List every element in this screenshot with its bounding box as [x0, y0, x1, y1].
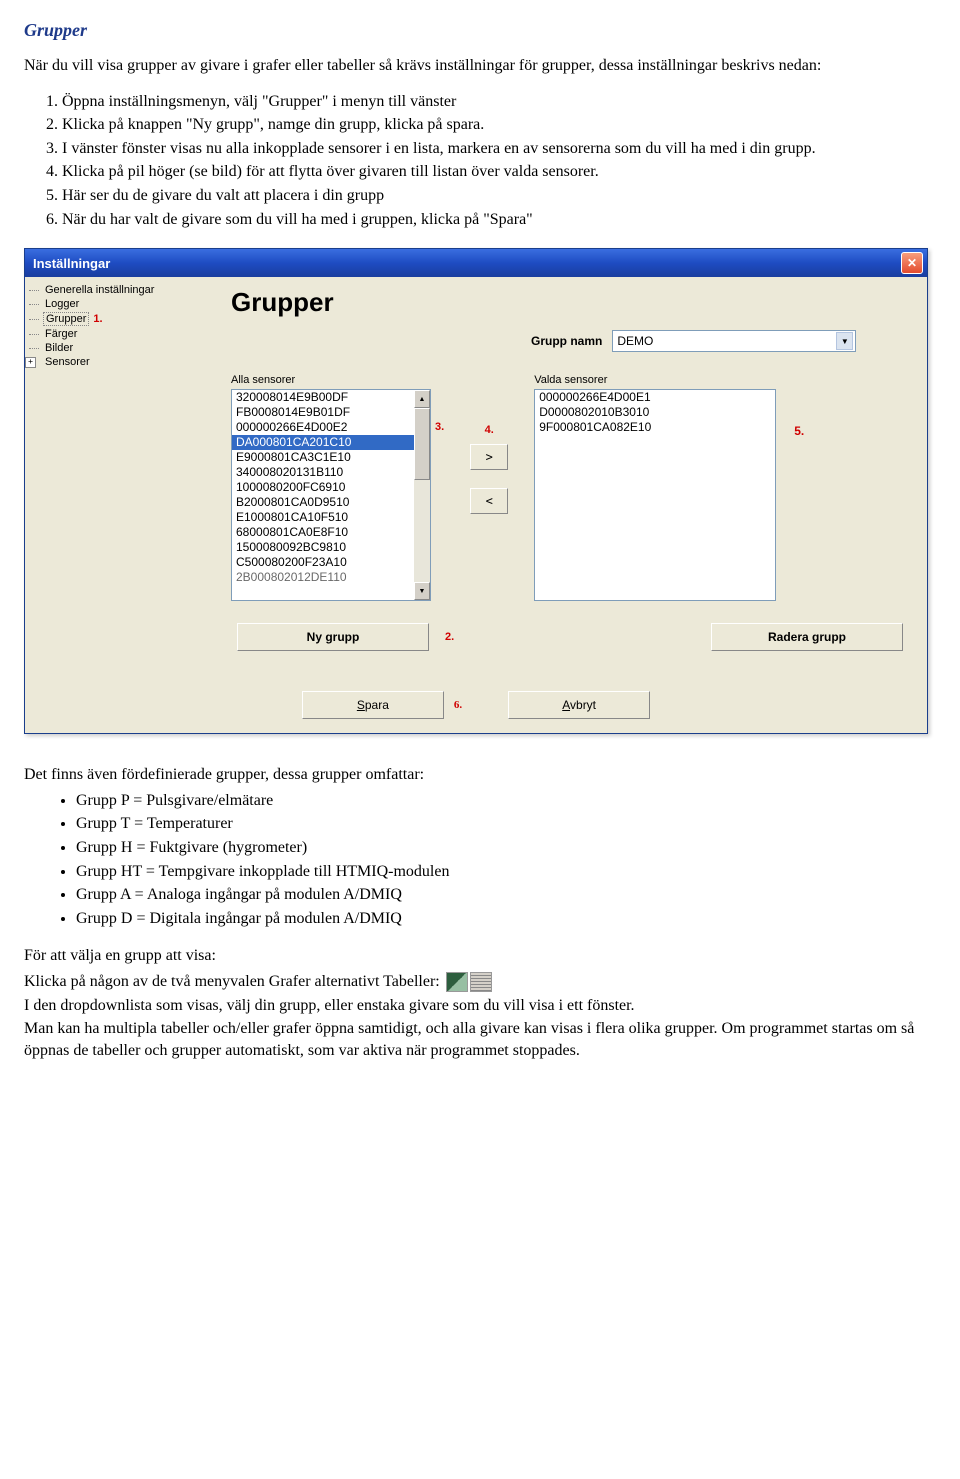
intro-paragraph: När du vill visa grupper av givare i gra… — [24, 55, 936, 77]
predefined-list: Grupp P = Pulsgivare/elmätare Grupp T = … — [24, 790, 936, 930]
annotation-6: 6. — [454, 699, 462, 711]
settings-tree: Generella inställningar Logger Grupper 1… — [25, 277, 209, 669]
list-item[interactable]: 1000080200FC6910 — [232, 480, 414, 495]
list-item[interactable]: B2000801CA0D9510 — [232, 495, 414, 510]
tree-item-grupper[interactable]: Grupper 1. — [27, 311, 207, 327]
tree-item-farger[interactable]: Färger — [27, 327, 207, 341]
steps-list: Öppna inställningsmenyn, välj "Grupper" … — [24, 91, 936, 231]
settings-main-panel: Grupper Grupp namn DEMO ▼ Alla sensorer … — [209, 277, 927, 669]
move-left-button[interactable]: < — [470, 488, 508, 514]
tree-item-general[interactable]: Generella inställningar — [27, 283, 207, 297]
list-item[interactable]: DA000801CA201C10 — [232, 435, 414, 450]
annotation-2: 2. — [445, 631, 454, 643]
save-button[interactable]: Spara — [302, 691, 444, 719]
scroll-down-icon[interactable]: ▼ — [414, 582, 430, 600]
predef-item: Grupp D = Digitala ingångar på modulen A… — [76, 908, 936, 930]
list-item[interactable]: 340008020131B110 — [232, 465, 414, 480]
annotation-1: 1. — [93, 313, 102, 325]
annotation-5: 5. — [794, 424, 804, 438]
step-item: Öppna inställningsmenyn, välj "Grupper" … — [62, 91, 936, 113]
step-item: Klicka på pil höger (se bild) för att fl… — [62, 161, 936, 183]
choose-para-3: Man kan ha multipla tabeller och/eller g… — [24, 1018, 936, 1061]
scroll-thumb[interactable] — [414, 408, 430, 480]
choose-para-2: I den dropdownlista som visas, välj din … — [24, 995, 936, 1017]
panel-heading: Grupper — [231, 287, 905, 318]
list-item[interactable]: E1000801CA10F510 — [232, 510, 414, 525]
annotation-3: 3. — [435, 421, 444, 433]
list-item[interactable]: C500080200F23A10 — [232, 555, 414, 570]
step-item: Här ser du de givare du valt att placera… — [62, 185, 936, 207]
predef-item: Grupp P = Pulsgivare/elmätare — [76, 790, 936, 812]
selected-sensors-label: Valda sensorer — [534, 374, 776, 386]
list-item[interactable]: 2B000802012DE110 — [232, 570, 414, 585]
list-item[interactable]: 000000266E4D00E1 — [535, 390, 775, 405]
step-item: När du har valt de givare som du vill ha… — [62, 209, 936, 231]
window-titlebar: Inställningar ✕ — [25, 249, 927, 277]
scrollbar[interactable]: ▲ ▼ — [414, 390, 430, 600]
selected-sensors-list[interactable]: 000000266E4D00E1 D0000802010B3010 9F0008… — [534, 389, 776, 601]
close-icon[interactable]: ✕ — [901, 252, 923, 274]
list-item[interactable]: FB0008014E9B01DF — [232, 405, 414, 420]
all-sensors-list[interactable]: 320008014E9B00DF FB0008014E9B01DF 000000… — [231, 389, 431, 601]
table-icon — [470, 972, 492, 992]
chevron-down-icon[interactable]: ▼ — [836, 332, 853, 350]
choose-line: Klicka på någon av de två menyvalen Graf… — [24, 973, 440, 990]
group-name-combo[interactable]: DEMO ▼ — [612, 330, 856, 352]
graph-icon — [446, 972, 468, 992]
list-item[interactable]: 1500080092BC9810 — [232, 540, 414, 555]
list-item[interactable]: D0000802010B3010 — [535, 405, 775, 420]
delete-group-button[interactable]: Radera grupp — [711, 623, 903, 651]
tree-item-bilder[interactable]: Bilder — [27, 341, 207, 355]
step-item: Klicka på knappen "Ny grupp", namge din … — [62, 114, 936, 136]
predef-item: Grupp H = Fuktgivare (hygrometer) — [76, 837, 936, 859]
predef-item: Grupp HT = Tempgivare inkopplade till HT… — [76, 861, 936, 883]
list-item[interactable]: 68000801CA0E8F10 — [232, 525, 414, 540]
predef-item: Grupp A = Analoga ingångar på modulen A/… — [76, 884, 936, 906]
all-sensors-label: Alla sensorer — [231, 374, 444, 386]
choose-heading: För att välja en grupp att visa: — [24, 945, 936, 967]
group-name-value: DEMO — [617, 334, 653, 348]
annotation-4: 4. — [485, 424, 494, 436]
settings-dialog: Inställningar ✕ Generella inställningar … — [24, 248, 928, 734]
move-right-button[interactable]: > — [470, 444, 508, 470]
new-group-button[interactable]: Ny grupp — [237, 623, 429, 651]
group-name-label: Grupp namn — [531, 334, 602, 348]
list-item[interactable]: 320008014E9B00DF — [232, 390, 414, 405]
predefined-intro: Det finns även fördefinierade grupper, d… — [24, 764, 936, 786]
section-title: Grupper — [24, 20, 936, 41]
list-item[interactable]: 000000266E4D00E2 — [232, 420, 414, 435]
tree-item-logger[interactable]: Logger — [27, 297, 207, 311]
tree-item-sensorer[interactable]: + Sensorer — [27, 355, 207, 369]
list-item[interactable]: E9000801CA3C1E10 — [232, 450, 414, 465]
scroll-up-icon[interactable]: ▲ — [414, 390, 430, 408]
cancel-button[interactable]: Avbryt — [508, 691, 650, 719]
step-item: I vänster fönster visas nu alla inkoppla… — [62, 138, 936, 160]
expand-icon[interactable]: + — [25, 357, 36, 368]
list-item[interactable]: 9F000801CA082E10 — [535, 420, 775, 435]
window-title: Inställningar — [33, 256, 110, 271]
predef-item: Grupp T = Temperaturer — [76, 813, 936, 835]
